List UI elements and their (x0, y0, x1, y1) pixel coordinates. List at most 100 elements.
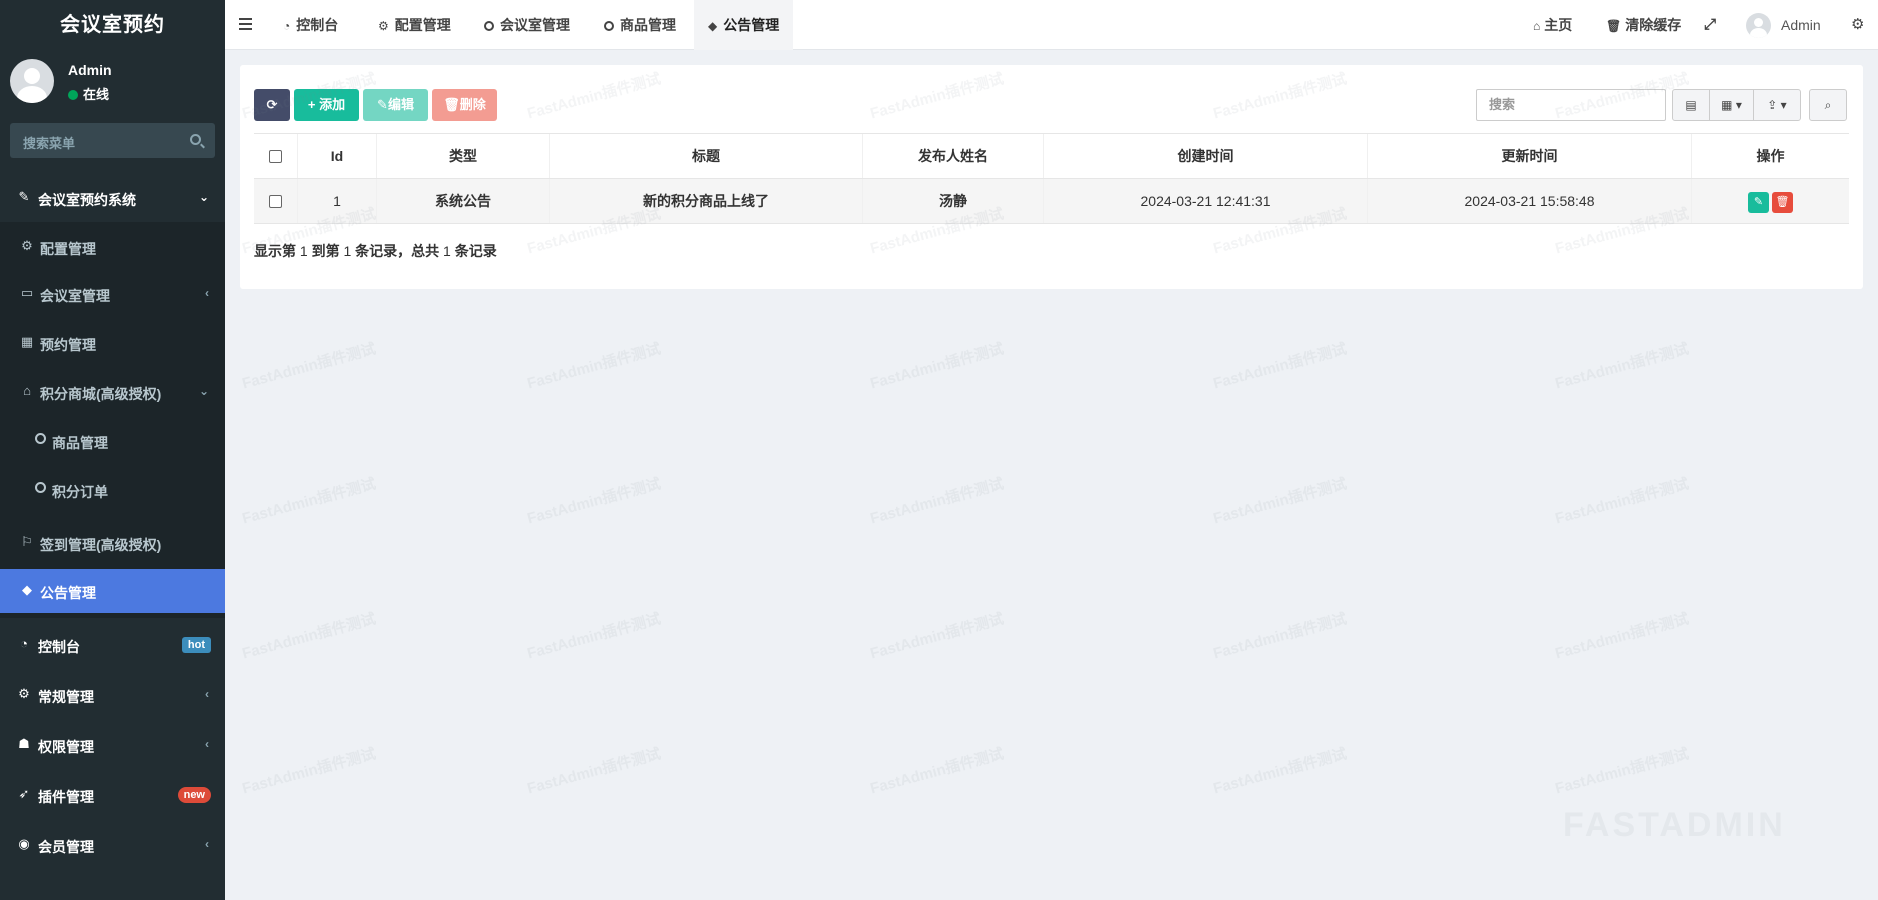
sidebar-item-permission[interactable]: ☗ 权限管理 ‹ (0, 723, 225, 767)
sidebar-item-meeting-system[interactable]: ✎ 会议室预约系统 ⌄ (0, 176, 225, 220)
pencil-icon: ✎ (377, 97, 388, 112)
watermark-text: FastAdmin插件测试 (525, 610, 663, 663)
cell-id: 1 (298, 179, 377, 223)
row-edit-button[interactable]: ✎ (1748, 191, 1769, 213)
tag-icon: ◆ (22, 582, 32, 597)
home-link[interactable]: ⌂ 主页 (1533, 0, 1572, 50)
cogs-icon[interactable]: ⚙ (1851, 0, 1864, 50)
hot-badge: hot (181, 637, 211, 653)
sidebar-item-label: 积分订单 (52, 484, 108, 500)
columns-button[interactable]: ▦ ▾ (1709, 89, 1754, 121)
add-button[interactable]: + 添加 (294, 89, 359, 121)
sidebar-item-general[interactable]: ⚙ 常规管理 ‹ (0, 673, 225, 717)
column-header-title[interactable]: 标题 (550, 134, 863, 178)
magic-wand-icon: ✎ (18, 189, 30, 204)
table-row[interactable]: 1 系统公告 新的积分商品上线了 汤静 2024-03-21 12:41:31 … (254, 179, 1849, 224)
menu-search-input[interactable]: 搜索菜单 (10, 123, 215, 158)
sidebar-item-meeting-room[interactable]: ▭ 会议室管理 ‹ (0, 272, 225, 316)
fullscreen-icon[interactable]: ⤢ (1704, 0, 1716, 50)
watermark-text: FastAdmin插件测试 (1211, 610, 1349, 663)
user-name: Admin (68, 62, 112, 78)
pagination-text: 条记录 (454, 243, 497, 259)
delete-button[interactable]: 🗑删除 (432, 89, 497, 121)
sidebar-item-plugins[interactable]: ➶ 插件管理 new (0, 773, 225, 817)
pagination-total: 1 (443, 243, 451, 259)
top-navbar: ◔ 控制台 ⚙ 配置管理 会议室管理 商品管理 ◆ 公告管理 ⌂ 主页 🗑 清除缓存 ⤢ … (225, 0, 1878, 50)
sidebar-item-booking[interactable]: ▦ 预约管理 (0, 321, 225, 365)
sidebar-item-dashboard[interactable]: ◔ 控制台 hot (0, 623, 225, 667)
watermark-text: FastAdmin插件测试 (868, 340, 1006, 393)
row-delete-button[interactable]: 🗑 (1772, 191, 1793, 213)
watermark-text: FastAdmin插件测试 (1211, 340, 1349, 393)
pagination-to: 1 (343, 243, 352, 259)
trash-icon: 🗑 (1606, 19, 1622, 33)
sidebar-toggle-icon[interactable] (239, 18, 252, 30)
pagination-text: 到第 (311, 243, 340, 259)
sidebar-item-label: 商品管理 (52, 435, 108, 451)
cogs-icon: ⚙ (18, 686, 30, 701)
select-all-checkbox[interactable] (254, 134, 298, 178)
advanced-search-button[interactable]: ⌕ (1809, 89, 1847, 121)
export-button[interactable]: ⇪ ▾ (1753, 89, 1801, 121)
bookmark-icon: ⚐ (21, 534, 33, 549)
watermark-text: FastAdmin插件测试 (868, 475, 1006, 528)
sidebar-item-label: 公告管理 (40, 585, 96, 601)
watermark-text: FastAdmin插件测试 (1211, 745, 1349, 798)
dashboard-icon: ◔ (20, 636, 28, 651)
tab-label: 控制台 (296, 17, 339, 33)
column-header-updated[interactable]: 更新时间 (1368, 134, 1692, 178)
clear-cache-label: 清除缓存 (1625, 17, 1682, 33)
tab-label: 商品管理 (620, 17, 676, 33)
watermark-text: FastAdmin插件测试 (240, 340, 378, 393)
new-badge: new (177, 787, 211, 803)
user-status: 在线 (68, 84, 109, 103)
tab-meeting-room[interactable]: 会议室管理 (470, 0, 584, 50)
app-brand[interactable]: 会议室预约 (0, 0, 225, 50)
sidebar-item-announcement[interactable]: ◆ 公告管理 (0, 569, 225, 613)
tab-announcement[interactable]: ◆ 公告管理 (694, 0, 794, 50)
tab-dashboard[interactable]: ◔ 控制台 (269, 0, 352, 50)
table-header-row: Id 类型 标题 发布人姓名 创建时间 更新时间 操作 (254, 134, 1849, 179)
refresh-button[interactable]: ⟳ (254, 89, 290, 121)
watermark-text: FastAdmin插件测试 (240, 610, 378, 663)
table-search-input[interactable]: 搜索 (1476, 89, 1666, 121)
user-status-text: 在线 (83, 87, 110, 102)
watermark-text: FastAdmin插件测试 (1553, 610, 1691, 663)
column-header-publisher[interactable]: 发布人姓名 (863, 134, 1044, 178)
avatar[interactable] (1746, 13, 1771, 38)
watermark-text: FastAdmin插件测试 (1553, 340, 1691, 393)
cell-operate: ✎ 🗑 (1692, 179, 1849, 223)
chevron-left-icon: ‹ (205, 737, 209, 751)
top-user-name[interactable]: Admin (1781, 0, 1821, 50)
watermark-text: FastAdmin插件测试 (525, 475, 663, 528)
dashboard-icon: ◔ (283, 19, 291, 33)
toggle-view-button[interactable]: ▤ (1672, 89, 1710, 121)
sidebar-item-signin[interactable]: ⚐ 签到管理(高级授权) (0, 521, 225, 565)
sidebar-item-points-mall[interactable]: ⌂ 积分商城(高级授权) ⌄ (0, 370, 225, 414)
cell-type: 系统公告 (377, 179, 550, 223)
sidebar-item-label: 权限管理 (38, 739, 94, 755)
sidebar-item-label: 控制台 (38, 639, 80, 655)
sidebar-item-goods[interactable]: 商品管理 (0, 419, 225, 463)
watermark-text: FastAdmin插件测试 (1553, 475, 1691, 528)
tab-goods[interactable]: 商品管理 (590, 0, 690, 50)
sidebar-item-config[interactable]: ⚙ 配置管理 (0, 225, 225, 269)
sidebar-item-label: 会议室预约系统 (38, 192, 136, 208)
column-header-created[interactable]: 创建时间 (1044, 134, 1368, 178)
sidebar-item-points-order[interactable]: 积分订单 (0, 468, 225, 512)
tab-config[interactable]: ⚙ 配置管理 (364, 0, 465, 50)
online-dot-icon (68, 90, 78, 100)
clear-cache-button[interactable]: 🗑 清除缓存 (1606, 0, 1681, 50)
export-icon: ⇪ ▾ (1767, 98, 1787, 112)
sidebar-item-members[interactable]: ◉ 会员管理 ‹ (0, 823, 225, 867)
column-header-id[interactable]: Id (298, 134, 377, 178)
search-icon: ⌕ (1824, 98, 1832, 112)
row-checkbox[interactable] (254, 179, 298, 223)
tab-label: 配置管理 (394, 17, 451, 33)
column-header-type[interactable]: 类型 (377, 134, 550, 178)
cell-title: 新的积分商品上线了 (550, 179, 863, 223)
edit-button[interactable]: ✎编辑 (363, 89, 428, 121)
search-icon[interactable] (190, 134, 201, 145)
sidebar-item-label: 积分商城(高级授权) (40, 386, 162, 402)
user-panel: Admin 在线 (0, 50, 225, 116)
